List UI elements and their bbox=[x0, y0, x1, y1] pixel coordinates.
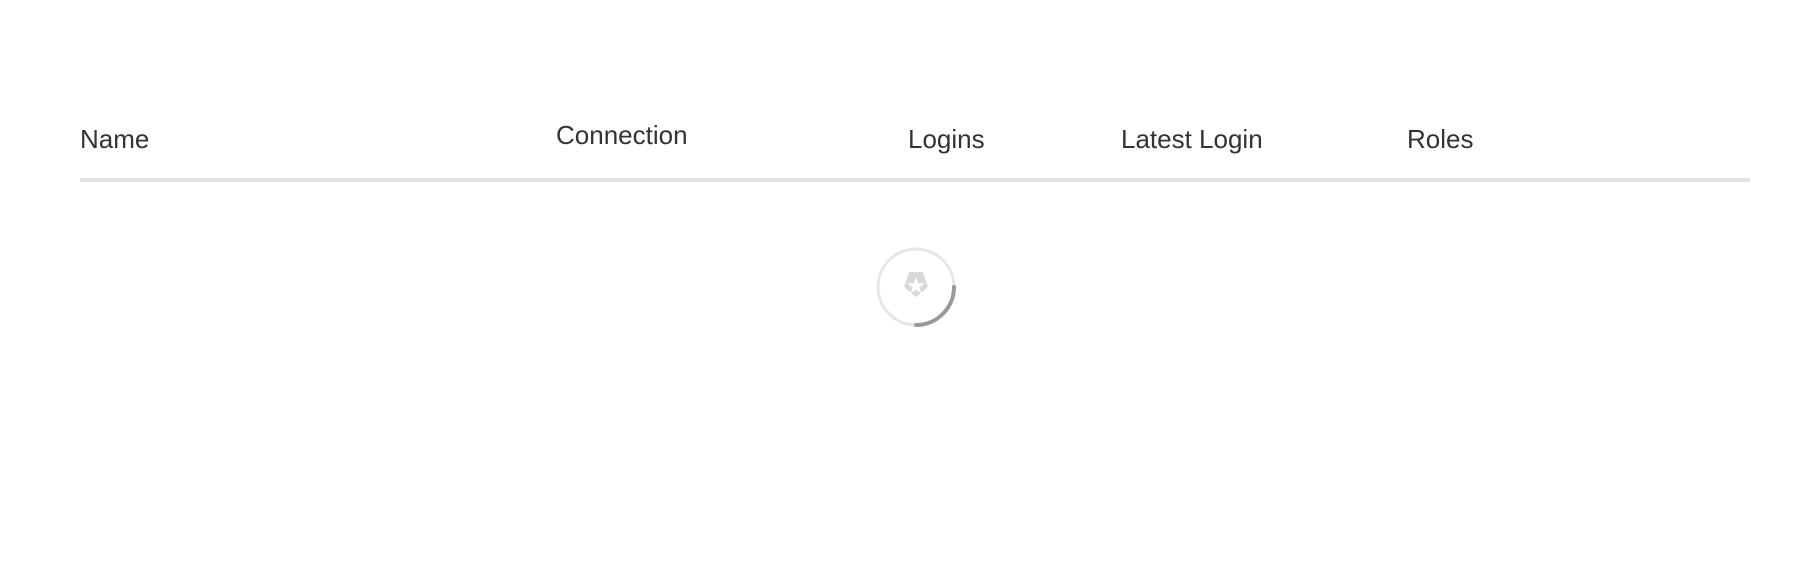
column-header-logins[interactable]: Logins bbox=[908, 126, 985, 152]
column-header-name[interactable]: Name bbox=[80, 126, 149, 152]
column-header-connection[interactable]: Connection bbox=[556, 122, 688, 148]
column-header-roles[interactable]: Roles bbox=[1407, 126, 1473, 152]
loading-spinner bbox=[876, 247, 956, 327]
users-page: Name Connection Logins Latest Login Role… bbox=[0, 0, 1816, 576]
users-table-header: Name Connection Logins Latest Login Role… bbox=[80, 100, 1750, 182]
column-header-latest-login[interactable]: Latest Login bbox=[1121, 126, 1263, 152]
auth0-shield-icon bbox=[876, 247, 956, 327]
